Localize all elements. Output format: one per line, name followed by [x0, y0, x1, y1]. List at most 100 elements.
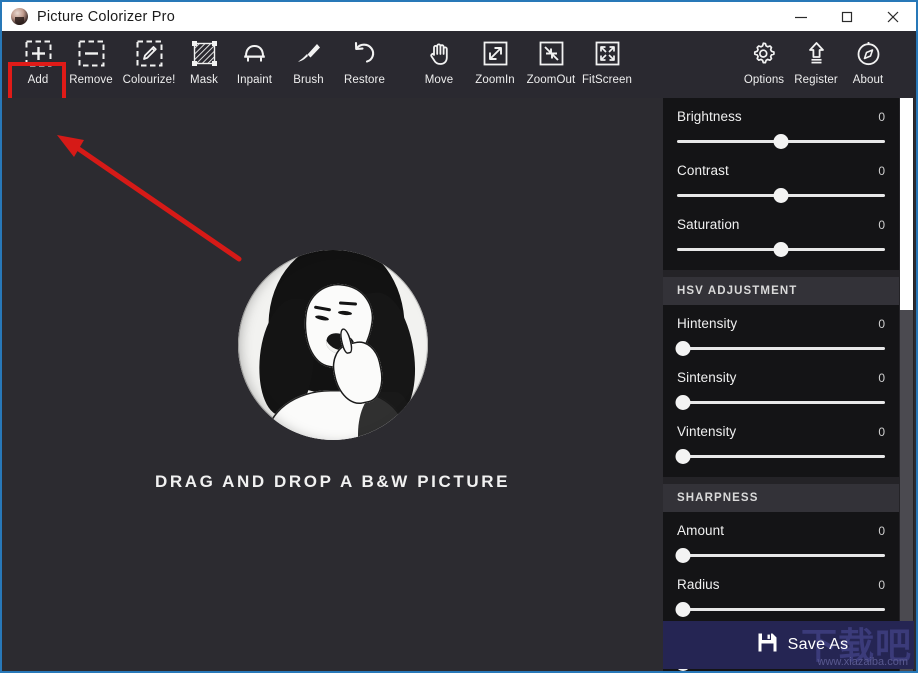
add-plus-dashed-icon: [25, 37, 52, 70]
floppy-save-icon: [757, 632, 778, 658]
slider-hintensity-thumb[interactable]: [676, 341, 691, 356]
tool-zoom-out[interactable]: ZoomOut: [523, 37, 579, 86]
remove-minus-dashed-icon: [78, 37, 105, 70]
tool-register[interactable]: Register: [790, 37, 842, 86]
tool-restore-label: Restore: [344, 74, 385, 86]
zoom-in-icon: [482, 37, 509, 70]
slider-radius-thumb[interactable]: [676, 602, 691, 617]
slider-vintensity-thumb[interactable]: [676, 449, 691, 464]
slider-brightness[interactable]: Brightness 0: [663, 98, 899, 152]
slider-sintensity-value: 0: [878, 371, 885, 385]
application-window: Picture Colorizer Pro: [0, 0, 918, 673]
tool-zoom-in[interactable]: ZoomIn: [467, 37, 523, 86]
slider-contrast-label: Contrast: [677, 163, 729, 178]
slider-amount-thumb[interactable]: [676, 548, 691, 563]
slider-vintensity[interactable]: Vintensity 0: [663, 413, 899, 467]
slider-amount-value: 0: [878, 524, 885, 538]
tool-colourize[interactable]: Colourize!: [118, 37, 180, 86]
tool-remove-label: Remove: [69, 74, 112, 86]
close-button[interactable]: [870, 2, 916, 31]
tool-options-label: Options: [744, 74, 784, 86]
tool-move-label: Move: [425, 74, 454, 86]
tool-zoom-in-label: ZoomIn: [475, 74, 515, 86]
slider-saturation-value: 0: [878, 218, 885, 232]
tool-mask-label: Mask: [190, 74, 218, 86]
minimize-button[interactable]: [778, 2, 824, 31]
slider-hintensity-label: Hintensity: [677, 316, 737, 331]
move-hand-icon: [426, 37, 453, 70]
tool-options[interactable]: Options: [738, 37, 790, 86]
section-header-hsv: HSV ADJUSTMENT: [663, 277, 899, 305]
tool-mask[interactable]: Mask: [180, 37, 228, 86]
slider-radius[interactable]: Radius 0: [663, 566, 899, 620]
tool-inpaint-label: Inpaint: [237, 74, 272, 86]
tool-add[interactable]: Add: [12, 37, 64, 86]
slider-hintensity-track[interactable]: [677, 347, 885, 350]
slider-sintensity-thumb[interactable]: [676, 395, 691, 410]
tool-remove[interactable]: Remove: [64, 37, 118, 86]
slider-brightness-value: 0: [878, 110, 885, 124]
view-tool-group: Move ZoomIn: [411, 31, 635, 86]
tool-brush-label: Brush: [293, 74, 324, 86]
slider-brightness-label: Brightness: [677, 109, 742, 124]
slider-sintensity-track[interactable]: [677, 401, 885, 404]
tool-inpaint[interactable]: Inpaint: [228, 37, 281, 86]
slider-saturation[interactable]: Saturation 0: [663, 206, 899, 260]
adjustment-group-basic: Brightness 0 Contrast 0: [663, 98, 899, 270]
slider-radius-track[interactable]: [677, 608, 885, 611]
tool-about-label: About: [853, 74, 884, 86]
tool-move[interactable]: Move: [411, 37, 467, 86]
mask-hatched-icon: [191, 37, 218, 70]
slider-brightness-thumb[interactable]: [774, 134, 789, 149]
image-canvas[interactable]: DRAG AND DROP A B&W PICTURE: [2, 98, 663, 671]
slider-sintensity[interactable]: Sintensity 0: [663, 359, 899, 413]
tool-restore[interactable]: Restore: [336, 37, 393, 86]
adjustments-panel[interactable]: Brightness 0 Contrast 0: [663, 98, 914, 671]
drop-zone[interactable]: DRAG AND DROP A B&W PICTURE: [2, 98, 663, 643]
slider-contrast-thumb[interactable]: [774, 188, 789, 203]
fit-screen-icon: [594, 37, 621, 70]
app-portrait-icon: [11, 8, 28, 25]
tool-colourize-label: Colourize!: [123, 74, 176, 86]
slider-amount-label: Amount: [677, 523, 724, 538]
slider-hintensity[interactable]: Hintensity 0: [663, 305, 899, 359]
bw-portrait-placeholder-image: [238, 250, 428, 440]
tool-brush[interactable]: Brush: [281, 37, 336, 86]
brush-icon: [295, 37, 322, 70]
colourize-eyedropper-icon: [136, 37, 163, 70]
tool-add-label: Add: [28, 74, 49, 86]
slider-radius-value: 0: [878, 578, 885, 592]
save-as-label: Save As: [788, 636, 849, 654]
adjustments-scroll-area: Brightness 0 Contrast 0: [663, 98, 899, 671]
tool-register-label: Register: [794, 74, 838, 86]
inpaint-stamp-icon: [241, 37, 268, 70]
save-as-button[interactable]: 下载吧 www.xiazaiba.com Save As: [663, 621, 914, 669]
slider-amount-track[interactable]: [677, 554, 885, 557]
tool-fit-screen-label: FitScreen: [582, 74, 632, 86]
tool-about[interactable]: About: [842, 37, 894, 86]
slider-saturation-label: Saturation: [677, 217, 740, 232]
slider-contrast-value: 0: [878, 164, 885, 178]
slider-vintensity-label: Vintensity: [677, 424, 736, 439]
tool-fit-screen[interactable]: FitScreen: [579, 37, 635, 86]
tool-zoom-out-label: ZoomOut: [527, 74, 576, 86]
slider-hintensity-value: 0: [878, 317, 885, 331]
adjustment-group-hsv: Hintensity 0 Sintensity 0: [663, 305, 899, 477]
edit-tool-group: Add Remove: [12, 31, 393, 86]
app-tool-group: Options Register: [738, 31, 894, 86]
slider-vintensity-track[interactable]: [677, 455, 885, 458]
slider-contrast[interactable]: Contrast 0: [663, 152, 899, 206]
about-compass-icon: [855, 37, 882, 70]
slider-amount[interactable]: Amount 0: [663, 512, 899, 566]
restore-undo-icon: [351, 37, 378, 70]
slider-saturation-thumb[interactable]: [774, 242, 789, 257]
panel-scrollbar-thumb[interactable]: [900, 98, 913, 310]
maximize-button[interactable]: [824, 2, 870, 31]
title-bar[interactable]: Picture Colorizer Pro: [2, 2, 916, 31]
gear-icon: [751, 37, 778, 70]
slider-sintensity-label: Sintensity: [677, 370, 737, 385]
slider-vintensity-value: 0: [878, 425, 885, 439]
zoom-out-icon: [538, 37, 565, 70]
section-header-sharpness: SHARPNESS: [663, 484, 899, 512]
window-title: Picture Colorizer Pro: [37, 9, 175, 25]
